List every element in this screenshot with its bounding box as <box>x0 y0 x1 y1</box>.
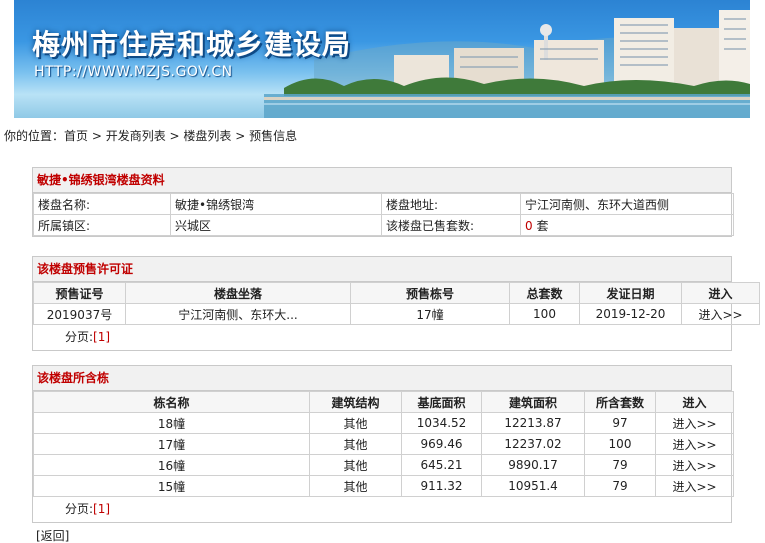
buildings-heading: 该楼盘所含栋 <box>33 366 731 391</box>
project-sold-label: 该楼盘已售套数: <box>381 214 521 236</box>
column-header: 所含套数 <box>584 391 656 413</box>
table-row: 18幢 其他 1034.52 12213.87 97 进入>> <box>33 412 734 434</box>
pager-page-link[interactable]: [1] <box>93 502 110 516</box>
column-header: 预售栋号 <box>350 282 510 304</box>
presale-permit-table: 预售证号 楼盘坐落 预售栋号 总套数 发证日期 进入 2019037号 宁江河南… <box>33 282 760 325</box>
column-header: 总套数 <box>509 282 580 304</box>
project-info-table: 楼盘名称: 敏捷•锦绣银湾 楼盘地址: 宁江河南侧、东环大道西侧 所属镇区: 兴… <box>33 193 734 236</box>
building-name: 16幢 <box>33 454 310 476</box>
column-header: 发证日期 <box>579 282 682 304</box>
building-name: 17幢 <box>33 433 310 455</box>
pager-page-link[interactable]: [1] <box>93 330 110 344</box>
back-link-container: [返回] <box>36 527 69 543</box>
project-address-value: 宁江河南侧、东环大道西侧 <box>520 193 734 215</box>
column-header: 栋名称 <box>33 391 310 413</box>
building-floor-area: 10951.4 <box>481 475 585 497</box>
table-header-row: 栋名称 建筑结构 基底面积 建筑面积 所含套数 进入 <box>33 391 734 413</box>
building-enter-link[interactable]: 进入>> <box>672 480 716 494</box>
banner-url: HTTP://WWW.MZJS.GOV.CN <box>34 64 233 80</box>
breadcrumb-separator: > <box>231 129 250 143</box>
building-name: 18幢 <box>33 412 310 434</box>
column-header: 进入 <box>655 391 734 413</box>
column-header: 楼盘坐落 <box>125 282 351 304</box>
column-header: 进入 <box>681 282 760 304</box>
building-unit-count: 100 <box>584 433 656 455</box>
building-enter-cell: 进入>> <box>655 454 734 476</box>
banner-title: 梅州市住房和城乡建设局 <box>32 28 352 61</box>
buildings-pager: 分页:[1] <box>33 497 731 522</box>
table-row: 楼盘名称: 敏捷•锦绣银湾 楼盘地址: 宁江河南侧、东环大道西侧 <box>33 193 734 215</box>
building-name: 15幢 <box>33 475 310 497</box>
building-base-area: 645.21 <box>401 454 482 476</box>
breadcrumb-developer-list-link[interactable]: 开发商列表 <box>106 129 166 143</box>
project-district-label: 所属镇区: <box>33 214 171 236</box>
permit-location: 宁江河南侧、东环大... <box>125 303 351 325</box>
building-structure: 其他 <box>309 454 402 476</box>
building-enter-cell: 进入>> <box>655 433 734 455</box>
project-info-heading: 敏捷•锦绣银湾楼盘资料 <box>33 168 731 193</box>
table-row: 15幢 其他 911.32 10951.4 79 进入>> <box>33 475 734 497</box>
breadcrumb-home-link[interactable]: 首页 <box>64 129 88 143</box>
permit-total-units: 100 <box>509 303 580 325</box>
permit-pager: 分页:[1] <box>33 325 731 350</box>
building-structure: 其他 <box>309 412 402 434</box>
project-sold-cell: 0 套 <box>520 214 734 236</box>
table-header-row: 预售证号 楼盘坐落 预售栋号 总套数 发证日期 进入 <box>33 282 760 304</box>
breadcrumb-project-list-link[interactable]: 楼盘列表 <box>183 129 231 143</box>
building-unit-count: 79 <box>584 475 656 497</box>
building-enter-link[interactable]: 进入>> <box>672 459 716 473</box>
building-structure: 其他 <box>309 475 402 497</box>
building-base-area: 1034.52 <box>401 412 482 434</box>
column-header: 建筑结构 <box>309 391 402 413</box>
building-floor-area: 12237.02 <box>481 433 585 455</box>
pager-label: 分页: <box>65 502 94 516</box>
building-floor-area: 12213.87 <box>481 412 585 434</box>
breadcrumb: 你的位置：首页 > 开发商列表 > 楼盘列表 > 预售信息 <box>4 127 297 144</box>
project-name-value: 敏捷•锦绣银湾 <box>170 193 382 215</box>
project-sold-unit: 套 <box>532 218 549 233</box>
pager-label: 分页: <box>65 330 94 344</box>
breadcrumb-current: 预售信息 <box>249 129 298 143</box>
presale-permit-panel: 该楼盘预售许可证 预售证号 楼盘坐落 预售栋号 总套数 发证日期 进入 2019… <box>32 256 760 351</box>
column-header: 预售证号 <box>33 282 126 304</box>
back-link[interactable]: [返回] <box>36 529 69 543</box>
permit-building: 17幢 <box>350 303 510 325</box>
project-district-value: 兴城区 <box>170 214 382 236</box>
breadcrumb-prefix: 你的位置： <box>4 129 65 143</box>
building-enter-link[interactable]: 进入>> <box>672 417 716 431</box>
buildings-panel: 该楼盘所含栋 栋名称 建筑结构 基底面积 建筑面积 所含套数 进入 18幢 其他… <box>32 365 734 523</box>
building-enter-cell: 进入>> <box>655 475 734 497</box>
buildings-table: 栋名称 建筑结构 基底面积 建筑面积 所含套数 进入 18幢 其他 1034.5… <box>33 391 734 497</box>
building-enter-cell: 进入>> <box>655 412 734 434</box>
project-sold-value: 0 <box>525 218 533 233</box>
permit-enter-link[interactable]: 进入>> <box>698 308 742 322</box>
table-row: 17幢 其他 969.46 12237.02 100 进入>> <box>33 433 734 455</box>
presale-permit-heading: 该楼盘预售许可证 <box>33 257 731 282</box>
project-address-label: 楼盘地址: <box>381 193 521 215</box>
column-header: 建筑面积 <box>481 391 585 413</box>
building-structure: 其他 <box>309 433 402 455</box>
breadcrumb-separator: > <box>88 129 106 143</box>
building-enter-link[interactable]: 进入>> <box>672 438 716 452</box>
building-unit-count: 97 <box>584 412 656 434</box>
table-row: 16幢 其他 645.21 9890.17 79 进入>> <box>33 454 734 476</box>
project-name-label: 楼盘名称: <box>33 193 171 215</box>
table-row: 所属镇区: 兴城区 该楼盘已售套数: 0 套 <box>33 214 734 236</box>
building-floor-area: 9890.17 <box>481 454 585 476</box>
building-unit-count: 79 <box>584 454 656 476</box>
table-row: 2019037号 宁江河南侧、东环大... 17幢 100 2019-12-20… <box>33 303 760 325</box>
permit-enter-cell: 进入>> <box>681 303 760 325</box>
permit-number: 2019037号 <box>33 303 126 325</box>
project-info-panel: 敏捷•锦绣银湾楼盘资料 楼盘名称: 敏捷•锦绣银湾 楼盘地址: 宁江河南侧、东环… <box>32 167 734 237</box>
building-base-area: 911.32 <box>401 475 482 497</box>
breadcrumb-separator: > <box>165 129 184 143</box>
building-base-area: 969.46 <box>401 433 482 455</box>
column-header: 基底面积 <box>401 391 482 413</box>
permit-issue-date: 2019-12-20 <box>579 303 682 325</box>
site-banner: 梅州市住房和城乡建设局 HTTP://WWW.MZJS.GOV.CN <box>14 0 750 118</box>
